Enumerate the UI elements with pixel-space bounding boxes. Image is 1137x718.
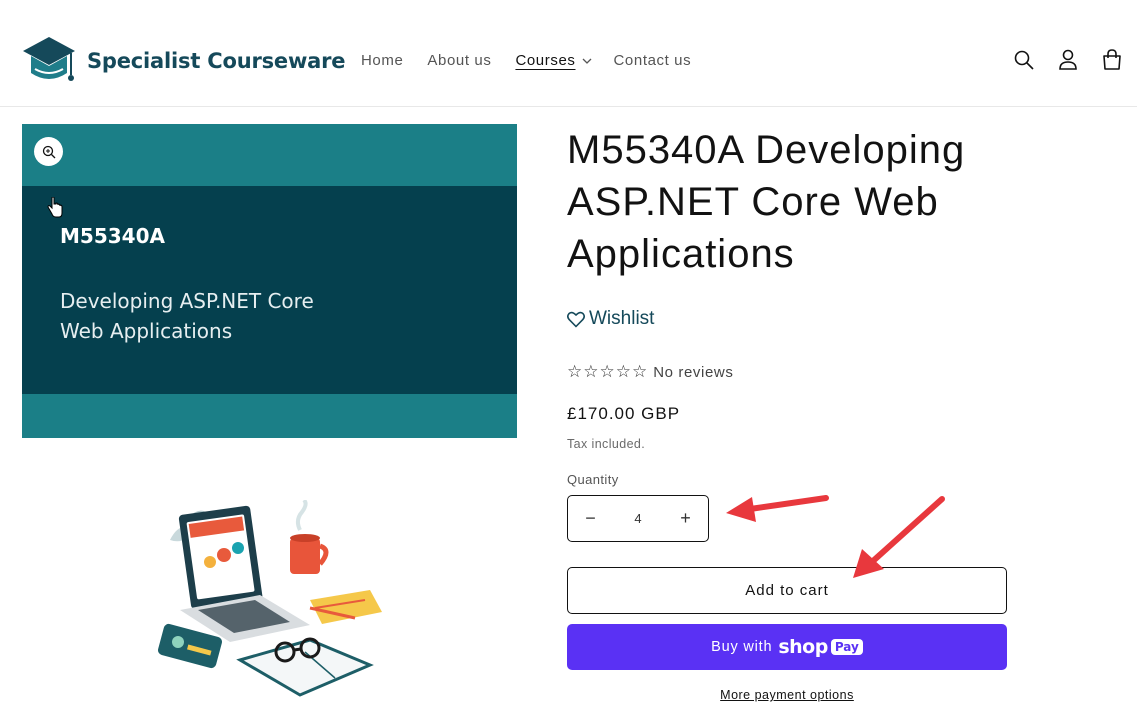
star-empty-icon: ☆ <box>599 362 615 381</box>
reviews-count: No reviews <box>653 363 734 381</box>
product-title: M55340A Developing ASP.NET Core Web Appl… <box>567 128 966 276</box>
wishlist-label: Wishlist <box>589 308 655 329</box>
nav-about-us[interactable]: About us <box>427 52 491 69</box>
hand-cursor-icon <box>47 197 63 218</box>
quantity-label: Quantity <box>567 472 619 487</box>
shop-logo: shop <box>778 636 828 658</box>
product-image-main[interactable]: M55340A Developing ASP.NET Core Web Appl… <box>22 124 517 438</box>
star-empty-icon: ☆ <box>615 362 631 381</box>
header-actions <box>1012 48 1137 72</box>
quantity-stepper: − + <box>567 495 709 542</box>
star-empty-icon: ☆ <box>632 362 648 381</box>
wishlist-button[interactable]: Wishlist <box>567 308 654 330</box>
brand-name: Specialist Courseware <box>87 49 346 73</box>
graduation-cap-logo-icon <box>23 37 75 81</box>
nav-home[interactable]: Home <box>361 52 403 69</box>
product-image-title: Developing ASP.NET Core Web Applications <box>60 289 314 343</box>
nav-contact-us[interactable]: Contact us <box>614 52 692 69</box>
account-button[interactable] <box>1056 48 1080 72</box>
search-button[interactable] <box>1012 48 1036 72</box>
search-icon <box>1014 50 1034 70</box>
zoom-button[interactable] <box>34 137 63 166</box>
nav-courses[interactable]: Courses <box>515 52 575 69</box>
quantity-increase-button[interactable]: + <box>663 496 708 541</box>
buy-with-shop-pay-button[interactable]: Buy with shop Pay <box>567 624 1007 670</box>
main-nav: Home About us Courses Contact us <box>361 52 715 69</box>
product-image-code: M55340A <box>60 224 165 248</box>
tax-note: Tax included. <box>567 437 646 451</box>
star-rating: ☆ ☆ ☆ ☆ ☆ <box>567 362 648 382</box>
site-header: Specialist Courseware Home About us Cour… <box>0 0 1137 107</box>
cart-icon <box>1103 49 1121 70</box>
heart-icon <box>567 311 585 327</box>
quantity-input[interactable] <box>613 510 663 527</box>
zoom-icon <box>42 145 55 158</box>
chevron-down-icon <box>582 58 591 64</box>
product-image-band: M55340A Developing ASP.NET Core Web Appl… <box>22 186 517 394</box>
brand-logo[interactable]: Specialist Courseware <box>21 35 346 87</box>
account-icon <box>1059 49 1077 70</box>
star-empty-icon: ☆ <box>567 362 583 381</box>
product-illustration-laptop[interactable] <box>150 500 390 705</box>
rating-row: ☆ ☆ ☆ ☆ ☆ No reviews <box>567 362 733 382</box>
annotation-arrow-quantity <box>726 495 829 522</box>
product-price: £170.00 GBP <box>567 404 681 423</box>
star-empty-icon: ☆ <box>583 362 599 381</box>
pay-badge: Pay <box>830 639 863 655</box>
add-to-cart-button[interactable]: Add to cart <box>567 567 1007 614</box>
quantity-decrease-button[interactable]: − <box>568 496 613 541</box>
nav-courses-dropdown[interactable]: Courses <box>515 52 591 69</box>
more-payment-options-link[interactable]: More payment options <box>567 688 1007 702</box>
cart-button[interactable] <box>1100 48 1124 72</box>
buy-with-label: Buy with <box>711 639 773 655</box>
